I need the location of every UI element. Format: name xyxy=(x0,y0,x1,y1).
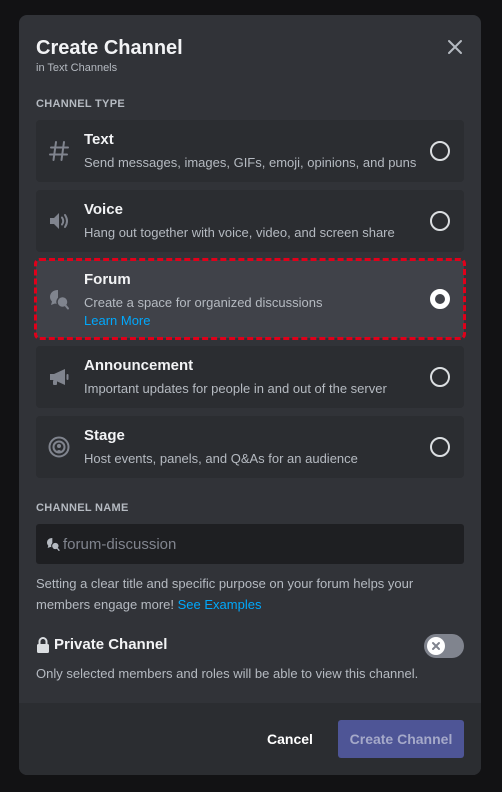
create-channel-modal: Create Channel in Text Channels CHANNEL … xyxy=(19,15,481,775)
forum-hint: Setting a clear title and specific purpo… xyxy=(36,573,464,615)
forum-icon xyxy=(47,287,71,311)
modal-title: Create Channel xyxy=(36,37,183,59)
channel-type-description: Important updates for people in and out … xyxy=(84,381,387,396)
cancel-button[interactable]: Cancel xyxy=(249,720,331,758)
see-examples-link[interactable]: See Examples xyxy=(178,597,262,612)
radio-text[interactable] xyxy=(430,141,450,161)
channel-type-name: Announcement xyxy=(84,357,194,374)
channel-type-option-stage[interactable]: Stage Host events, panels, and Q&As for … xyxy=(36,416,464,478)
private-channel-description: Only selected members and roles will be … xyxy=(36,666,419,681)
hash-icon xyxy=(47,139,71,163)
modal-subtitle: in Text Channels xyxy=(36,62,118,74)
speaker-icon xyxy=(47,209,71,233)
channel-name-field[interactable] xyxy=(36,524,464,564)
channel-type-name: Text xyxy=(84,131,114,148)
channel-type-label: CHANNEL TYPE xyxy=(36,98,125,110)
radio-stage[interactable] xyxy=(430,437,450,457)
modal-header: Create Channel in Text Channels xyxy=(36,35,464,74)
channel-type-name: Stage xyxy=(84,427,125,444)
close-icon[interactable] xyxy=(445,37,465,57)
channel-type-description: Send messages, images, GIFs, emoji, opin… xyxy=(84,155,417,170)
private-channel-label: Private Channel xyxy=(54,636,168,653)
channel-name-input[interactable] xyxy=(63,524,453,564)
toggle-knob xyxy=(427,637,445,655)
radio-announcement[interactable] xyxy=(430,367,450,387)
lock-icon xyxy=(36,637,50,653)
channel-type-name: Voice xyxy=(84,201,123,218)
megaphone-icon xyxy=(47,365,71,389)
channel-name-label: CHANNEL NAME xyxy=(36,502,129,514)
channel-type-description: Create a space for organized discussions xyxy=(84,295,323,310)
learn-more-link[interactable]: Learn More xyxy=(84,313,150,328)
channel-type-option-announcement[interactable]: Announcement Important updates for peopl… xyxy=(36,346,464,408)
channel-type-option-text[interactable]: Text Send messages, images, GIFs, emoji,… xyxy=(36,120,464,182)
channel-type-name: Forum xyxy=(84,271,131,288)
radio-voice[interactable] xyxy=(430,211,450,231)
create-channel-button[interactable]: Create Channel xyxy=(338,720,464,758)
channel-type-description: Host events, panels, and Q&As for an aud… xyxy=(84,451,358,466)
private-channel-toggle[interactable] xyxy=(424,634,464,658)
forum-icon xyxy=(45,536,61,552)
stage-icon xyxy=(47,435,71,459)
private-channel-row: Private Channel xyxy=(36,634,464,658)
x-icon xyxy=(432,642,440,650)
modal-footer: Cancel Create Channel xyxy=(19,703,481,775)
channel-type-option-forum[interactable]: Forum Create a space for organized discu… xyxy=(34,258,466,340)
radio-forum[interactable] xyxy=(430,289,450,309)
channel-type-list: Text Send messages, images, GIFs, emoji,… xyxy=(34,120,466,486)
channel-type-description: Hang out together with voice, video, and… xyxy=(84,225,395,240)
channel-type-option-voice[interactable]: Voice Hang out together with voice, vide… xyxy=(36,190,464,252)
